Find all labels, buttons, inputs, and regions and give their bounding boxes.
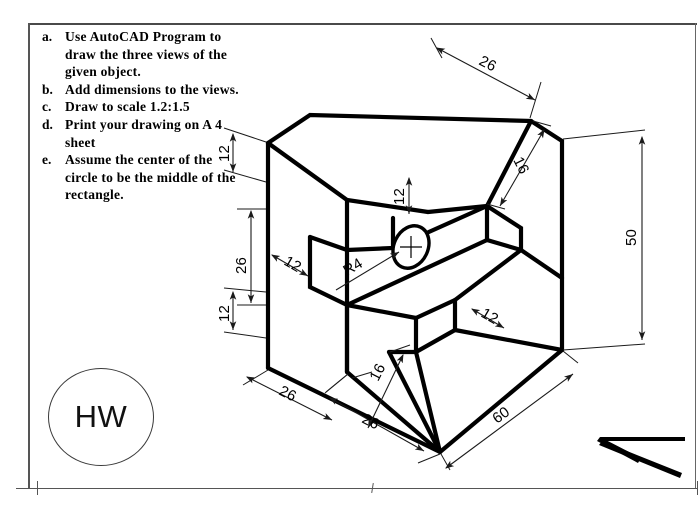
dimension-left-12-lower: 12 xyxy=(216,287,267,339)
dimension-label-left-12-upper: 12 xyxy=(216,145,233,162)
dimension-label-right-50: 50 xyxy=(623,229,640,246)
dimension-label-left-12-lower: 12 xyxy=(216,305,233,322)
dimension-label-top-26: 26 xyxy=(476,52,499,75)
dimension-left-12-upper: 12 xyxy=(216,127,267,183)
isometric-object-drawing: 26 16 50 12 26 12 12 12 R4 12 16 26 26 6… xyxy=(216,37,685,478)
dimension-right-50: 50 xyxy=(562,129,646,351)
dimension-top-26: 26 xyxy=(430,37,542,119)
dimension-label-mid-12: 12 xyxy=(391,188,408,205)
dimension-label-left-26: 26 xyxy=(233,257,250,274)
pointer-arrow-icon xyxy=(597,437,685,478)
assignment-page: a. Use AutoCAD Program to draw the three… xyxy=(0,0,700,515)
